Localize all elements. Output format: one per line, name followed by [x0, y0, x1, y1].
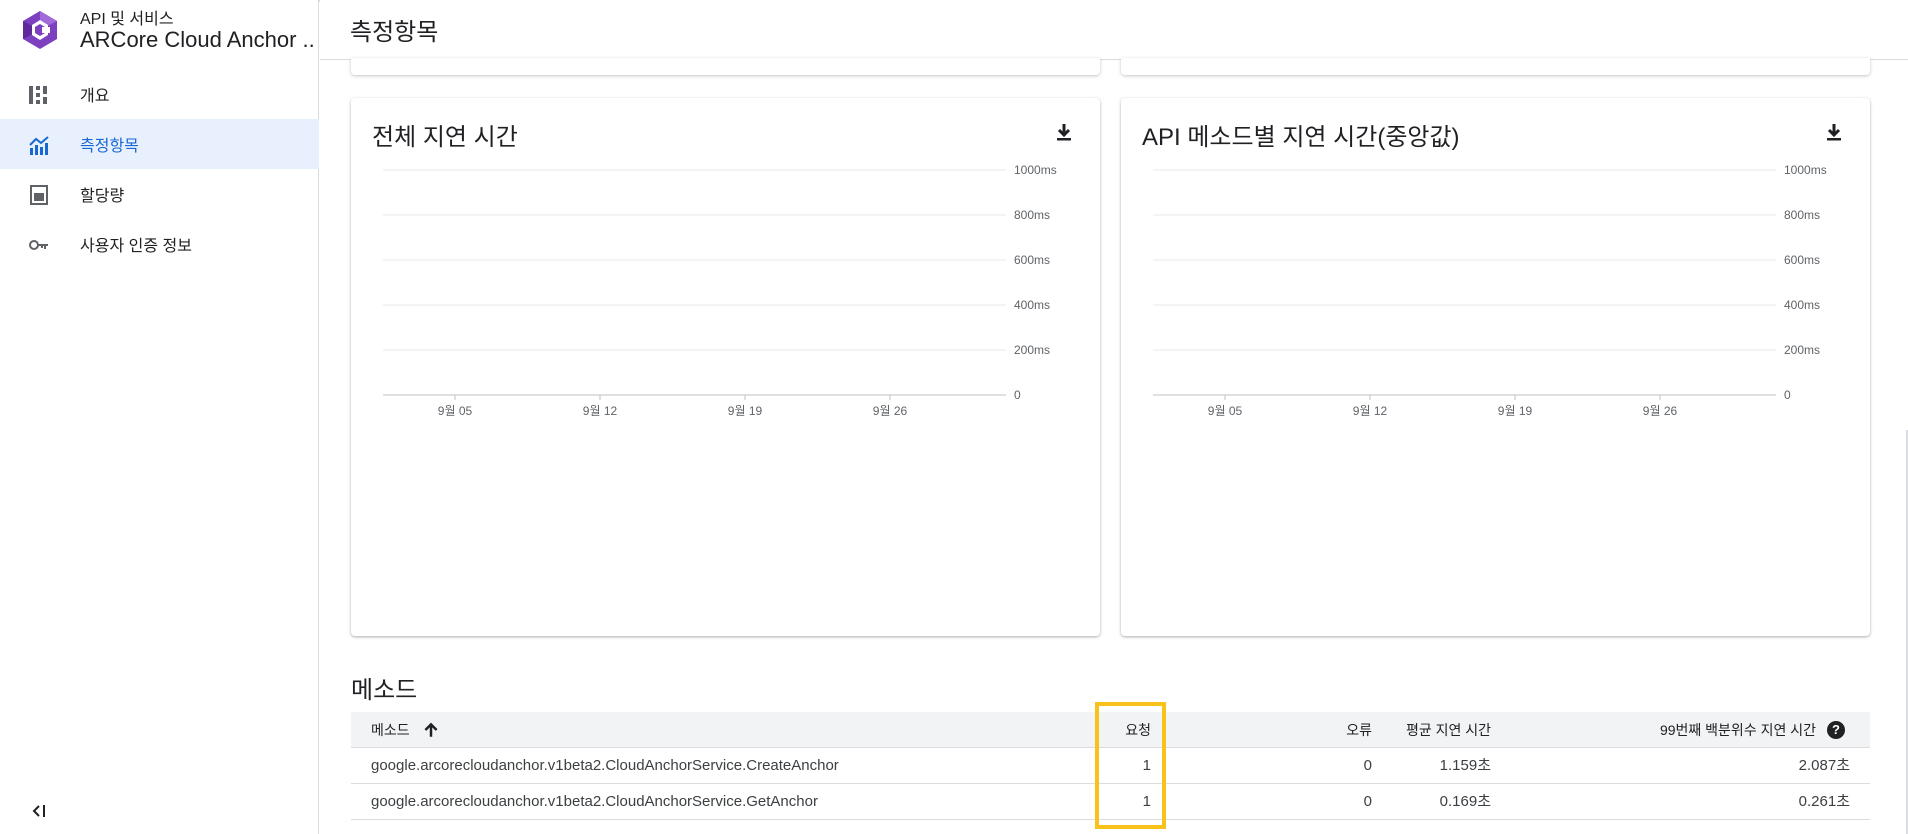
x-tick-label: 9월 12	[1353, 404, 1388, 418]
chart-title: 전체 지연 시간	[372, 124, 518, 151]
avg-latency-value: 0.169초	[1439, 793, 1491, 810]
sidebar-item-metrics[interactable]: 측정항목	[0, 119, 319, 169]
chart-card-method-latency: API 메소드별 지연 시간(중앙값) 1000ms 800ms 600ms 400m…	[1121, 98, 1870, 636]
y-tick-label: 600ms	[1784, 253, 1820, 267]
method-name: google.arcorecloudanchor.v1beta2.CloudAn…	[371, 757, 839, 774]
y-tick-label: 0	[1014, 388, 1021, 402]
column-header-p99-latency[interactable]: 99번째 백분위수 지연 시간	[1551, 712, 1816, 748]
y-tick-label: 600ms	[1014, 253, 1050, 267]
download-icon[interactable]	[1822, 120, 1846, 144]
sidebar-item-label: 할당량	[80, 188, 125, 205]
card-stub-left	[351, 58, 1100, 75]
sidebar-item-overview[interactable]: 개요	[0, 69, 319, 119]
sidebar: API 및 서비스 ARCore Cloud Anchor ... 개요 측정항…	[0, 0, 319, 834]
collapse-sidebar-icon[interactable]	[28, 800, 52, 822]
sidebar-item-credentials[interactable]: 사용자 인증 정보	[0, 219, 319, 269]
avg-latency-value: 1.159초	[1439, 757, 1491, 774]
x-tick-label: 9월 26	[1643, 404, 1678, 418]
x-tick-label: 9월 19	[1498, 404, 1533, 418]
y-tick-label: 1000ms	[1784, 163, 1827, 177]
y-tick-label: 800ms	[1014, 208, 1050, 222]
sidebar-item-label: 개요	[80, 88, 110, 105]
sidebar-item-quota[interactable]: 할당량	[0, 169, 319, 219]
y-tick-label: 800ms	[1784, 208, 1820, 222]
chart-card-total-latency: 전체 지연 시간 1000ms 800ms 600ms 400ms 200ms 0 9월 0…	[351, 98, 1100, 636]
requests-value: 1	[1142, 793, 1151, 810]
x-tick-label: 9월 12	[583, 404, 618, 418]
column-header-method[interactable]: 메소드	[371, 712, 440, 748]
y-tick-label: 400ms	[1014, 298, 1050, 312]
requests-value: 1	[1142, 757, 1151, 774]
table-row: google.arcorecloudanchor.v1beta2.CloudAn…	[351, 748, 1870, 784]
quota-icon	[30, 185, 48, 205]
column-header-avg-latency[interactable]: 평균 지연 시간	[1351, 712, 1491, 748]
latency-chart: 1000ms 800ms 600ms 400ms 200ms 0 9월 05 9월 12 9월 …	[1153, 163, 1827, 418]
x-tick-label: 9월 26	[873, 404, 908, 418]
chart-icon	[29, 136, 49, 155]
x-tick-label: 9월 19	[728, 404, 763, 418]
table-row: google.arcorecloudanchor.v1beta2.CloudAn…	[351, 784, 1870, 820]
sort-ascending-icon[interactable]	[422, 721, 440, 739]
y-tick-label: 200ms	[1014, 343, 1050, 357]
sidebar-item-label: 사용자 인증 정보	[80, 238, 192, 255]
y-tick-label: 0	[1784, 388, 1791, 402]
y-tick-label: 1000ms	[1014, 163, 1057, 177]
google-cloud-api-logo-icon	[23, 11, 57, 49]
x-tick-label: 9월 05	[1208, 404, 1243, 418]
page-header: 측정항목	[320, 0, 1908, 60]
y-tick-label: 200ms	[1784, 343, 1820, 357]
brand-subtitle: API 및 서비스	[80, 11, 174, 28]
card-stub-right	[1121, 58, 1870, 75]
method-name: google.arcorecloudanchor.v1beta2.CloudAn…	[371, 793, 818, 810]
brand-header: API 및 서비스 ARCore Cloud Anchor ...	[0, 0, 319, 60]
column-header-requests[interactable]: 요청	[1091, 712, 1151, 748]
p99-latency-value: 2.087초	[1798, 757, 1850, 774]
y-tick-label: 400ms	[1784, 298, 1820, 312]
x-tick-label: 9월 05	[438, 404, 473, 418]
brand-title[interactable]: ARCore Cloud Anchor ...	[80, 27, 316, 53]
table-header: 메소드 요청 오류 평균 지연 시간 99번째 백분위수 지연 시간 ?	[351, 712, 1870, 748]
latency-chart: 1000ms 800ms 600ms 400ms 200ms 0 9월 05 9월 12 9월 …	[383, 163, 1057, 418]
methods-title: 메소드	[351, 677, 418, 704]
chart-title: API 메소드별 지연 시간(중앙값)	[1142, 124, 1460, 151]
p99-latency-value: 0.261초	[1798, 793, 1850, 810]
dashboard-icon	[29, 86, 47, 104]
download-icon[interactable]	[1052, 120, 1076, 144]
key-icon	[29, 240, 48, 250]
help-icon[interactable]: ?	[1827, 721, 1845, 739]
page-title: 측정항목	[350, 19, 439, 46]
sidebar-item-label: 측정항목	[80, 138, 139, 155]
